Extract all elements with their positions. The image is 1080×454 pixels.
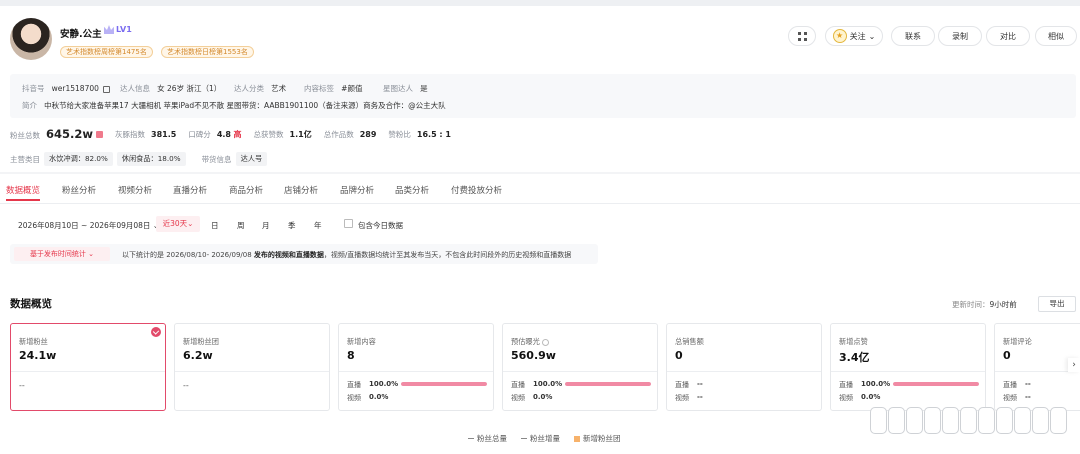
include-today-label: 包含今日数据 <box>358 221 403 230</box>
period-year[interactable]: 年 <box>314 220 322 231</box>
live-share-row: 直播 -- <box>675 380 703 389</box>
scroll-right-button[interactable]: › <box>1068 358 1080 372</box>
tab-fans[interactable]: 粉丝分析 <box>62 184 96 196</box>
update-time: 更新时间：9小时前 <box>952 300 1017 309</box>
follow-button[interactable]: ★ 关注 ⌄ <box>825 26 883 46</box>
rank-badge-weekly[interactable]: 艺术指数榜周榜第1475名 <box>60 46 153 58</box>
live-share-row: 直播 100.0% <box>347 380 487 390</box>
compare-button[interactable]: 对比 <box>986 26 1030 46</box>
similar-button[interactable]: 相似 <box>1035 26 1077 46</box>
card-new-fan-club[interactable]: 新增粉丝团 6.2w -- <box>174 323 330 411</box>
goods-chip: 达人号 <box>235 152 268 166</box>
stats-row: 粉丝总数 645.2w 灰豚指数 381.5 口碑分 4.8 高 总获赞数 1.… <box>10 124 463 144</box>
period-week[interactable]: 周 <box>237 220 245 231</box>
legend-fans-total[interactable]: 粉丝总量 <box>468 433 507 444</box>
qrcode-icon <box>797 31 807 41</box>
rank-badge-daily[interactable]: 艺术指数榜日榜第1553名 <box>161 46 254 58</box>
talent-info: 达人信息 女 26岁 浙江（1） <box>120 84 222 93</box>
chart-icon[interactable] <box>96 131 103 138</box>
progress-bar <box>401 382 487 386</box>
stat-basis-select[interactable]: 基于发布时间统计 ⌄ <box>14 247 110 261</box>
category-row: 主营类目 水饮冲调：82.0% 休闲食品：18.0% 带货信息 达人号 <box>10 152 268 166</box>
stat-like-fan-ratio: 赞粉比 16.5 : 1 <box>388 129 451 139</box>
star-icon: ★ <box>832 29 847 43</box>
card-new-content[interactable]: 新增内容 8 直播 100.0% 视频 0.0% <box>338 323 494 411</box>
export-button[interactable]: 导出 <box>1038 296 1076 312</box>
chevron-down-icon: ⌄ <box>187 219 194 228</box>
talent-category: 达人分类 艺术 <box>234 84 287 93</box>
follow-label: 关注 <box>849 31 866 41</box>
square-icon <box>574 435 580 442</box>
progress-bar <box>893 382 979 386</box>
record-button[interactable]: 录制 <box>938 26 982 46</box>
tab-video[interactable]: 视频分析 <box>118 184 152 196</box>
category-chip: 休闲食品：18.0% <box>116 152 186 166</box>
progress-bar <box>565 382 651 386</box>
crown-icon <box>104 25 114 34</box>
period-quarter[interactable]: 季 <box>288 220 296 231</box>
include-today-checkbox[interactable] <box>344 219 353 228</box>
period-month[interactable]: 月 <box>262 220 270 231</box>
copy-icon[interactable] <box>103 85 111 93</box>
card-new-fans[interactable]: 新增粉丝 24.1w -- <box>10 323 166 411</box>
tab-bar: 数据概览 粉丝分析 视频分析 直播分析 商品分析 店铺分析 品牌分析 品类分析 … <box>0 174 1080 204</box>
tab-paid-ads[interactable]: 付费投放分析 <box>451 184 502 196</box>
notice-text: 以下统计的是 2026/08/10- 2026/09/08 发布的视频和直播数据… <box>122 251 572 259</box>
stat-reputation: 口碑分 4.8 高 <box>188 129 242 139</box>
profile-card: 安静.公主 LV1 艺术指数榜周榜第1475名 艺术指数榜日榜第1553名 ★ … <box>0 6 1080 172</box>
card-new-likes[interactable]: 新增点赞 3.4亿 直播 100.0% 视频 0.0% <box>830 323 986 411</box>
legend-fans-increment[interactable]: 粉丝增量 <box>521 433 560 444</box>
video-share-row: 视频 0.0% <box>347 393 389 402</box>
chevron-down-icon: ⌄ <box>868 31 876 41</box>
card-estimated-exposure[interactable]: 预估曝光 560.9w 直播 100.0% 视频 0.0% <box>502 323 658 411</box>
line-icon <box>521 438 527 439</box>
stat-huitun-index: 灰豚指数 381.5 <box>115 129 177 139</box>
chart-legend: 粉丝总量 粉丝增量 新增粉丝团 <box>468 433 621 444</box>
notice-bar: 基于发布时间统计 ⌄ 以下统计的是 2026/08/10- 2026/09/08… <box>10 244 598 264</box>
live-share-row: 直播 -- <box>1003 380 1031 389</box>
bio: 简介 中秋节给大家准备苹果17 大疆相机 苹果iPad不见不散 星图带货：AAB… <box>22 101 446 110</box>
douyin-id: 抖音号 wer1518700 <box>22 83 111 94</box>
chevron-down-icon: ⌄ <box>88 250 95 258</box>
tab-store[interactable]: 店铺分析 <box>284 184 318 196</box>
help-icon[interactable] <box>541 338 549 346</box>
video-share-row: 视频 -- <box>1003 393 1031 402</box>
line-icon <box>468 438 474 439</box>
check-icon <box>151 327 161 337</box>
qrcode-button[interactable] <box>788 26 816 46</box>
period-day[interactable]: 日 <box>211 220 219 231</box>
tab-goods[interactable]: 商品分析 <box>229 184 263 196</box>
card-total-sales[interactable]: 总销售额 0 直播 -- 视频 -- <box>666 323 822 411</box>
talent-name: 安静.公主 <box>60 29 102 40</box>
contact-button[interactable]: 联系 <box>891 26 935 46</box>
section-title: 数据概览 <box>10 298 52 310</box>
xingtu-talent: 星图达人 是 <box>383 84 428 93</box>
metric-cards: 新增粉丝 24.1w -- 新增粉丝团 6.2w -- 新增内容 8 直播 10… <box>10 323 1080 412</box>
info-box: 抖音号 wer1518700 达人信息 女 26岁 浙江（1） 达人分类 艺术 … <box>10 74 1076 118</box>
video-share-row: 视频 0.0% <box>511 393 553 402</box>
level-text: LV1 <box>116 25 132 34</box>
stat-fans: 粉丝总数 645.2w <box>10 127 103 141</box>
tab-brand[interactable]: 品牌分析 <box>340 184 374 196</box>
stat-total-works: 总作品数 289 <box>323 129 377 139</box>
tab-live[interactable]: 直播分析 <box>173 184 207 196</box>
legend-new-fan-club[interactable]: 新增粉丝团 <box>574 433 621 444</box>
range-30days-chip[interactable]: 近30天⌄ <box>156 216 200 232</box>
tab-overview[interactable]: 数据概览 <box>6 184 41 201</box>
date-range-picker[interactable]: 2026年08月10日 ~ 2026年09月08日 ⌄ <box>18 220 159 231</box>
category-chip: 水饮冲调：82.0% <box>44 152 113 166</box>
video-share-row: 视频 -- <box>675 393 703 402</box>
live-share-row: 直播 100.0% <box>511 380 651 390</box>
tab-category[interactable]: 品类分析 <box>395 184 429 196</box>
watermark <box>870 407 1067 434</box>
live-share-row: 直播 100.0% <box>839 380 979 390</box>
level-badge: LV1 <box>104 25 132 34</box>
avatar[interactable] <box>10 18 52 60</box>
stat-total-likes: 总获赞数 1.1亿 <box>253 129 312 139</box>
content-tag: 内容标签 #颜值 <box>304 84 363 93</box>
video-share-row: 视频 0.0% <box>839 393 881 402</box>
